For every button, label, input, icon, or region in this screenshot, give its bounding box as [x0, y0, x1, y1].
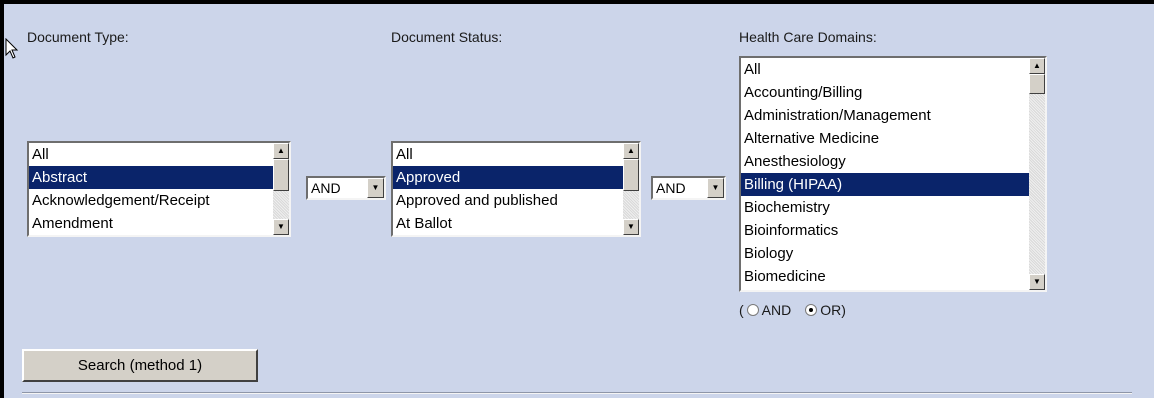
list-item[interactable]: Anesthesiology	[741, 150, 1029, 173]
scrollbar[interactable]: ▲ ▼	[1029, 58, 1045, 290]
mouse-pointer-icon	[5, 38, 19, 59]
list-item-selected[interactable]: Billing (HIPAA)	[741, 173, 1029, 196]
open-paren: (	[739, 302, 744, 318]
document-type-listbox[interactable]: All Abstract Acknowledgement/Receipt Ame…	[27, 141, 291, 237]
dropdown-arrow-icon[interactable]: ▼	[367, 178, 384, 198]
scrollbar[interactable]: ▲ ▼	[623, 143, 639, 235]
scroll-down-arrow-icon[interactable]: ▼	[623, 219, 639, 235]
scroll-up-arrow-icon[interactable]: ▲	[623, 143, 639, 159]
domain-combine-options: ( AND OR)	[739, 302, 846, 318]
list-item[interactable]: Biomedicine	[741, 265, 1029, 288]
scroll-thumb[interactable]	[1029, 74, 1045, 94]
divider	[22, 392, 1132, 394]
document-type-label: Document Type:	[27, 29, 129, 45]
scroll-thumb[interactable]	[623, 159, 639, 191]
health-care-domains-label: Health Care Domains:	[739, 29, 877, 45]
list-item[interactable]: Accounting/Billing	[741, 81, 1029, 104]
list-item-selected[interactable]: Abstract	[29, 166, 273, 189]
search-button[interactable]: Search (method 1)	[22, 349, 258, 382]
list-item[interactable]: Biology	[741, 242, 1029, 265]
scroll-up-arrow-icon[interactable]: ▲	[1029, 58, 1045, 74]
dropdown-arrow-icon[interactable]: ▼	[707, 178, 724, 198]
list-item[interactable]: Administration/Management	[741, 104, 1029, 127]
list-item[interactable]: Alternative Medicine	[741, 127, 1029, 150]
list-item[interactable]: Biochemistry	[741, 196, 1029, 219]
operator-value: AND	[311, 180, 341, 196]
list-item[interactable]: All	[29, 143, 273, 166]
document-status-listbox[interactable]: All Approved Approved and published At B…	[391, 141, 641, 237]
list-item-selected[interactable]: Approved	[393, 166, 623, 189]
list-item[interactable]: At Ballot	[393, 212, 623, 235]
and-radio-label: AND	[761, 302, 792, 318]
scroll-thumb[interactable]	[273, 159, 289, 191]
list-item[interactable]: Acknowledgement/Receipt	[29, 189, 273, 212]
list-item[interactable]: All	[741, 58, 1029, 81]
scroll-down-arrow-icon[interactable]: ▼	[1029, 274, 1045, 290]
scroll-down-arrow-icon[interactable]: ▼	[273, 219, 289, 235]
operator-select-1[interactable]: AND ▼	[306, 176, 386, 200]
scrollbar[interactable]: ▲ ▼	[273, 143, 289, 235]
or-radio[interactable]	[805, 304, 818, 316]
list-item[interactable]: Amendment	[29, 212, 273, 235]
document-status-label: Document Status:	[391, 29, 503, 45]
operator-value: AND	[656, 180, 686, 196]
list-item[interactable]: Approved and published	[393, 189, 623, 212]
list-item[interactable]: All	[393, 143, 623, 166]
and-radio[interactable]	[746, 304, 759, 316]
operator-select-2[interactable]: AND ▼	[651, 176, 726, 200]
or-radio-label: OR)	[820, 302, 846, 318]
health-care-domains-listbox[interactable]: All Accounting/Billing Administration/Ma…	[739, 56, 1047, 292]
scroll-up-arrow-icon[interactable]: ▲	[273, 143, 289, 159]
list-item[interactable]: Bioinformatics	[741, 219, 1029, 242]
